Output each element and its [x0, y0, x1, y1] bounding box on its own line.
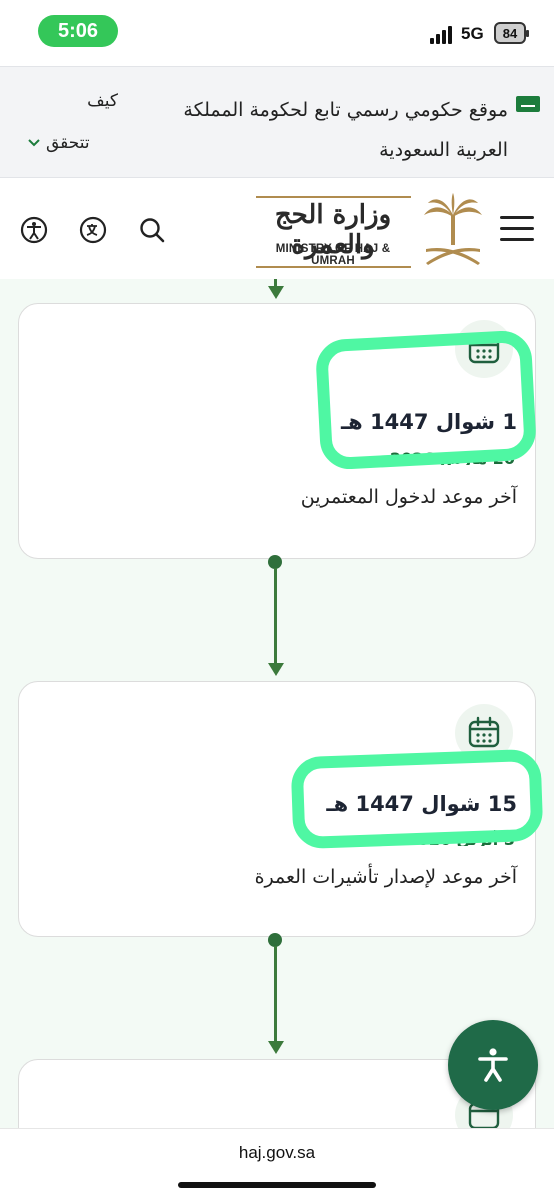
- event-description: آخر موعد لدخول المعتمرين: [300, 486, 517, 508]
- timeline-connector: [274, 946, 277, 1042]
- highlight-marker: [290, 748, 544, 850]
- gov-banner-text: موقع حكومي رسمي تابع لحكومة المملكة العر…: [183, 99, 508, 161]
- timeline-dot: [268, 555, 282, 569]
- signal-icon: [430, 24, 456, 44]
- translate-icon[interactable]: [79, 216, 107, 244]
- chevron-down-icon: [28, 139, 40, 147]
- palm-swords-emblem-icon: [424, 193, 482, 265]
- verify-label: تتحقق: [46, 133, 90, 153]
- how-label[interactable]: كيف: [28, 90, 118, 112]
- timeline-section: 1 شوال 1447 هـ 20 مارس 2026 آخر موعد لدخ…: [0, 279, 554, 1129]
- status-time: 5:06: [38, 15, 118, 47]
- battery-level: 84: [502, 25, 518, 41]
- logo-english-text: MINISTRY OF HAJ & UMRAH: [275, 243, 391, 267]
- accessibility-person-icon: [478, 1048, 508, 1082]
- timeline-arrow: [268, 663, 284, 676]
- event-description: آخر موعد لإصدار تأشيرات العمرة: [254, 866, 517, 888]
- timeline-dot: [268, 933, 282, 947]
- timeline-arrow: [268, 286, 284, 299]
- url-bar[interactable]: haj.gov.sa: [0, 1143, 554, 1163]
- accessibility-icon[interactable]: [20, 216, 48, 244]
- status-bar: 5:06 5G 84: [0, 0, 554, 66]
- browser-bar: [0, 1128, 554, 1200]
- verify-toggle[interactable]: تتحقق: [28, 133, 90, 153]
- search-icon[interactable]: [138, 216, 166, 244]
- battery-icon: 84: [494, 22, 529, 44]
- home-indicator[interactable]: [178, 1182, 376, 1188]
- calendar-icon: [468, 716, 500, 748]
- saudi-flag-icon: [516, 96, 540, 112]
- accessibility-fab[interactable]: [448, 1020, 538, 1110]
- menu-icon[interactable]: [500, 216, 534, 242]
- highlight-marker: [314, 329, 538, 471]
- timeline-arrow: [268, 1041, 284, 1054]
- timeline-connector: [274, 568, 277, 664]
- network-type: 5G: [461, 24, 484, 43]
